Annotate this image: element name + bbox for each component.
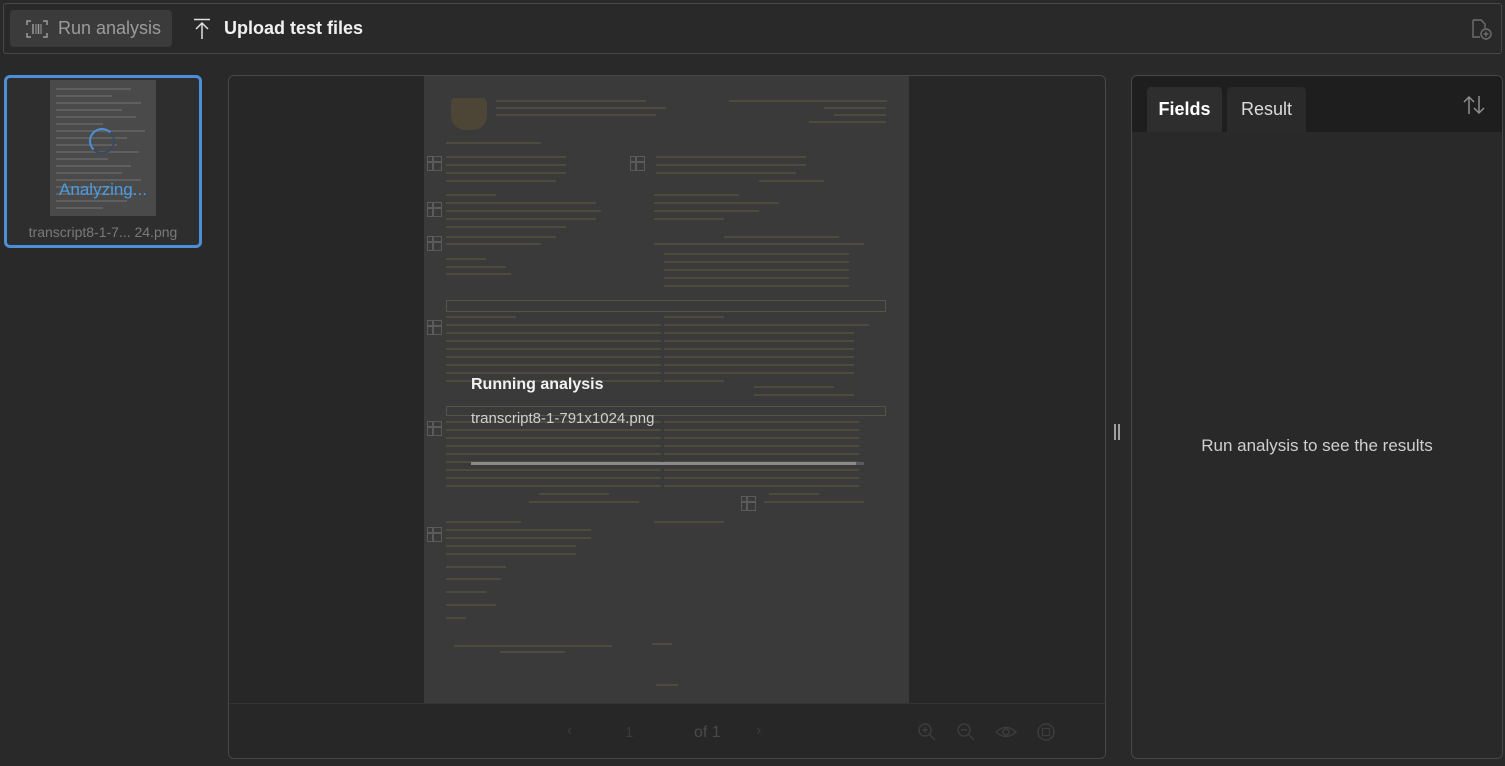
table-icon bbox=[630, 156, 645, 171]
table-icon bbox=[427, 202, 442, 217]
results-panel-header: Fields Result bbox=[1132, 76, 1502, 132]
tab-fields[interactable]: Fields bbox=[1147, 87, 1222, 132]
table-icon bbox=[741, 496, 756, 511]
table-icon bbox=[427, 320, 442, 335]
table-icon bbox=[427, 421, 442, 436]
running-analysis-filename: transcript8-1-791x1024.png bbox=[471, 410, 655, 427]
upload-test-files-label: Upload test files bbox=[224, 18, 364, 38]
analysis-progress-bar bbox=[471, 462, 864, 465]
analysis-progress-fill bbox=[471, 462, 857, 465]
table-icon bbox=[427, 156, 442, 171]
school-seal-icon bbox=[451, 98, 487, 130]
zoom-out-icon[interactable] bbox=[956, 722, 976, 742]
tab-result[interactable]: Result bbox=[1227, 87, 1306, 132]
toolbar: Run analysis Upload test files bbox=[3, 3, 1502, 54]
results-panel: Fields Result Run analysis to see the re… bbox=[1131, 75, 1503, 759]
document-add-icon[interactable] bbox=[1469, 17, 1493, 41]
run-analysis-label: Run analysis bbox=[58, 18, 162, 38]
next-page-icon[interactable]: › bbox=[756, 722, 761, 740]
arrow-upload-icon bbox=[194, 18, 210, 39]
running-analysis-title: Running analysis bbox=[471, 376, 604, 393]
run-analysis-button[interactable]: Run analysis bbox=[10, 10, 172, 47]
zoom-in-icon[interactable] bbox=[917, 722, 937, 742]
empty-results-message: Run analysis to see the results bbox=[1201, 436, 1433, 455]
page-count-label: of 1 bbox=[694, 724, 721, 741]
sort-icon[interactable] bbox=[1462, 94, 1486, 116]
table-icon bbox=[427, 236, 442, 251]
panel-resize-handle[interactable] bbox=[1113, 424, 1121, 442]
scan-barcode-icon bbox=[26, 19, 48, 38]
view-icon[interactable] bbox=[994, 722, 1018, 742]
rotate-icon[interactable] bbox=[1036, 722, 1056, 742]
upload-test-files-button[interactable]: Upload test files bbox=[192, 10, 363, 47]
previous-page-icon[interactable]: ‹ bbox=[567, 722, 572, 740]
file-thumbnail-card[interactable]: Analyzing... transcript8-1-7... 24.png bbox=[4, 75, 202, 248]
document-viewer: Running analysis transcript8-1-791x1024.… bbox=[228, 75, 1106, 759]
table-icon bbox=[427, 527, 442, 542]
page-navigation-bar: ‹ 1 of 1 › bbox=[229, 703, 1105, 758]
page-number-input[interactable]: 1 bbox=[625, 724, 633, 741]
file-status-label: Analyzing... bbox=[59, 180, 147, 199]
file-name-label: transcript8-1-7... 24.png bbox=[28, 224, 178, 240]
loading-spinner-icon bbox=[89, 128, 115, 154]
